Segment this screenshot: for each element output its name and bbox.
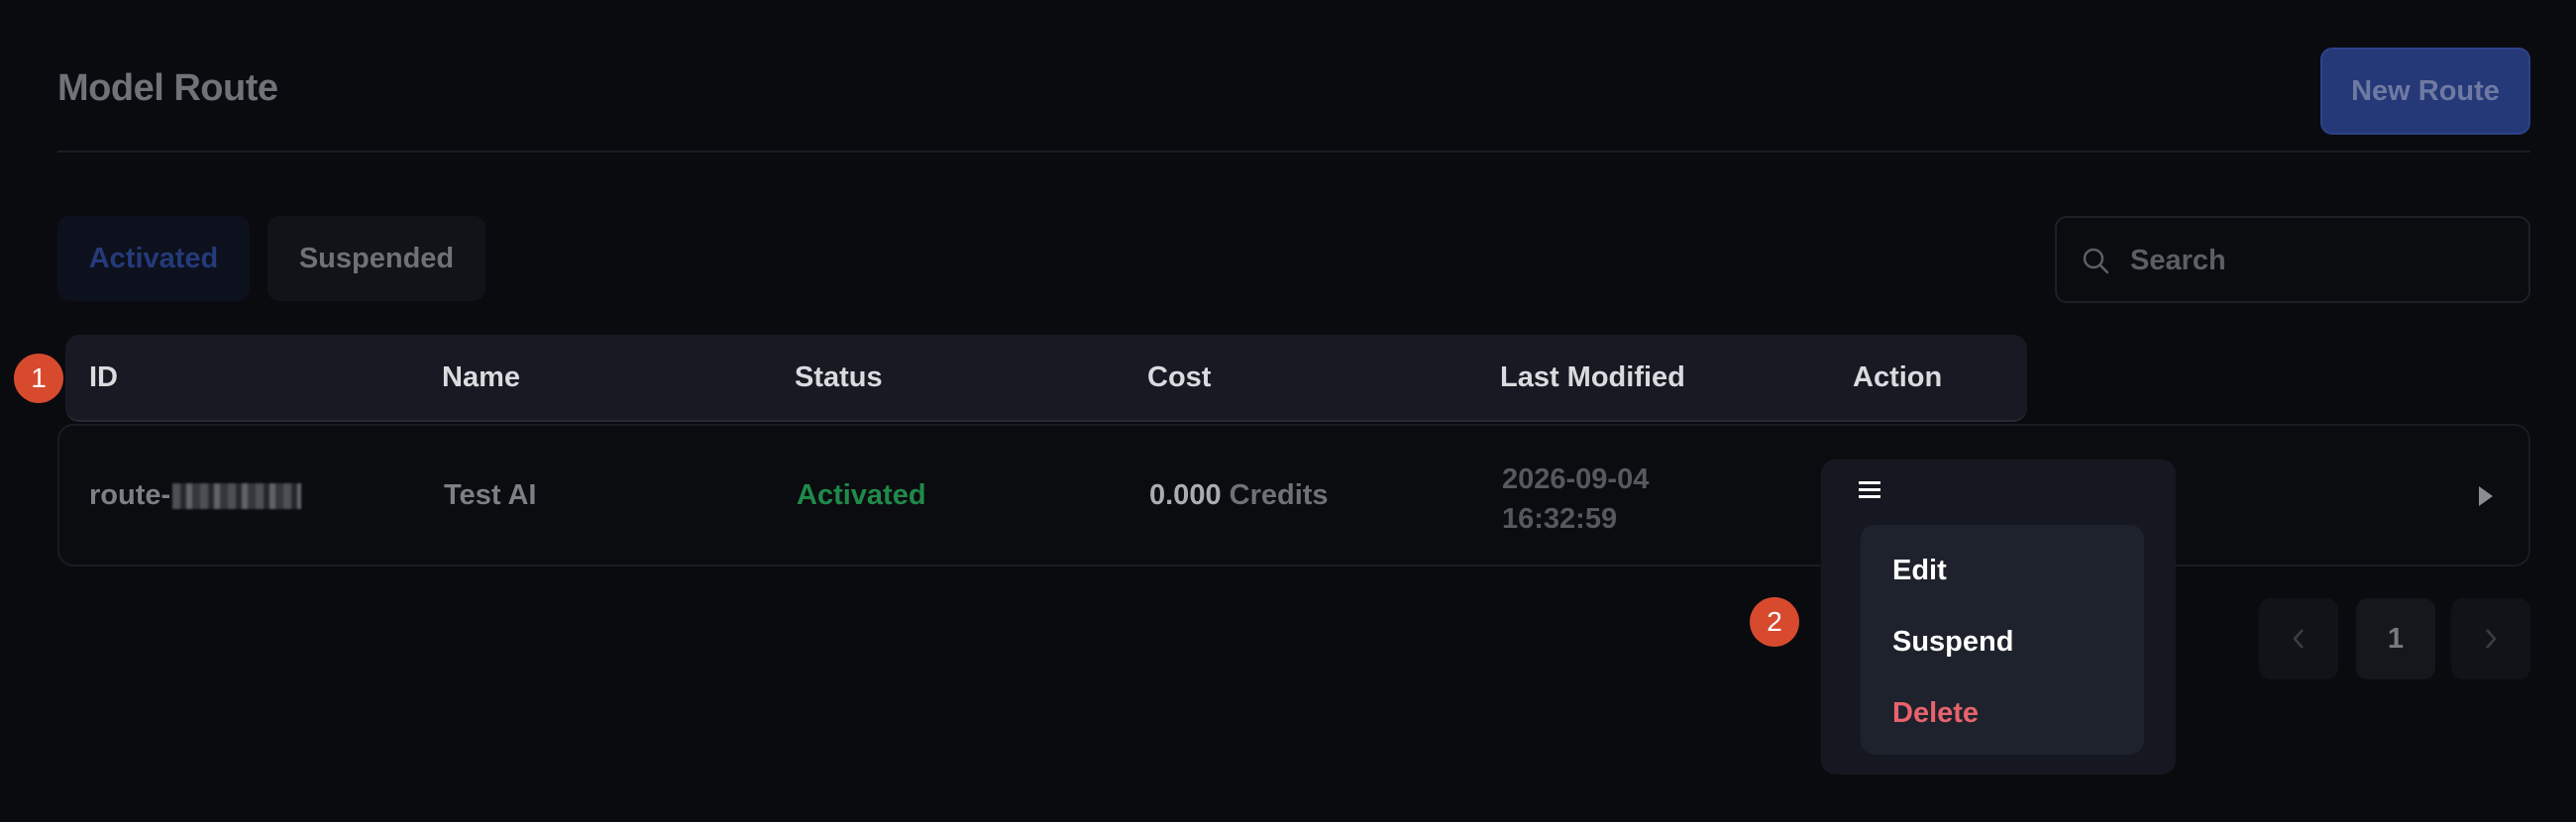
chevron-right-icon — [2486, 629, 2497, 649]
pagination-page-1[interactable]: 1 — [2356, 598, 2435, 679]
column-header-action: Action — [1853, 361, 1943, 393]
column-header-last-modified[interactable]: Last Modified — [1500, 335, 1685, 420]
action-dropdown: Edit Suspend Delete — [1861, 525, 2144, 755]
column-header-cost[interactable]: Cost — [1147, 335, 1211, 420]
new-route-button[interactable]: New Route — [2320, 48, 2530, 135]
annotation-badge-2: 2 — [1750, 597, 1799, 647]
column-header-name[interactable]: Name — [442, 335, 520, 420]
header-divider — [57, 151, 2530, 153]
cost-unit: Credits — [1229, 479, 1329, 511]
cell-cost: 0.000 Credits — [1149, 479, 1329, 512]
page-title: Model Route — [57, 67, 278, 109]
menu-icon[interactable] — [1857, 477, 1882, 503]
column-header-status[interactable]: Status — [795, 335, 883, 420]
menu-item-edit[interactable]: Edit — [1892, 555, 1947, 587]
table-header: ID Name Status Cost Last Modified Action — [65, 335, 2027, 422]
column-header-id[interactable]: ID — [89, 335, 118, 420]
last-modified-time: 16:32:59 — [1502, 503, 1618, 535]
annotation-badge-1: 1 — [14, 354, 63, 403]
status-badge: Activated — [797, 479, 926, 511]
route-id-prefix: route- — [89, 479, 171, 511]
chevron-left-icon — [2293, 629, 2304, 649]
search-box[interactable] — [2055, 216, 2530, 303]
chevron-right-icon[interactable] — [2473, 481, 2497, 511]
tab-activated[interactable]: Activated — [57, 216, 250, 301]
action-menu-panel: Edit Suspend Delete — [1821, 460, 2176, 774]
last-modified-date: 2026-09-04 — [1502, 463, 1650, 495]
pagination-prev-button[interactable] — [2259, 598, 2338, 679]
menu-item-suspend[interactable]: Suspend — [1892, 626, 2013, 659]
pagination-next-button[interactable] — [2451, 598, 2530, 679]
page: Model Route New Route Activated Suspende… — [0, 0, 2576, 822]
search-icon — [2083, 248, 2109, 274]
cell-id: route- — [89, 479, 302, 512]
cell-name: Test AI — [444, 479, 537, 511]
cell-last-modified: 2026-09-04 16:32:59 — [1502, 460, 1649, 539]
search-input[interactable] — [2128, 238, 2509, 283]
tab-suspended[interactable]: Suspended — [268, 216, 485, 301]
cost-value: 0.000 — [1149, 479, 1222, 511]
menu-item-delete[interactable]: Delete — [1892, 697, 1979, 730]
redacted-id — [172, 483, 302, 510]
